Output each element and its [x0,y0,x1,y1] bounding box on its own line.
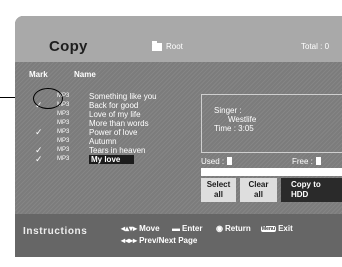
checkmark-icon: ✓ [35,154,43,164]
folder-name: Root [166,42,183,51]
used-indicator: Used : [201,157,233,166]
singer-value: Westlife [228,115,257,124]
page-arrows-icon: ◂◂▸▸ [121,236,138,245]
title-bar: Copy Root Total : 0 [15,16,342,62]
track-time: Time : 3:05 [214,124,254,133]
enter-label: Enter [182,224,203,233]
move-label: Move [139,224,160,233]
track-name: More than words [89,119,149,128]
copy-to-hdd-button[interactable]: Copy to HDD [281,178,342,202]
track-name: Tears in heaven [89,146,146,155]
folder-icon [152,41,162,51]
content-area: Mark Name MP3 Something like you ✓ MP3 Back … [15,62,342,214]
format-tag: MP3 [57,138,70,144]
track-row[interactable]: ✓ MP3 Tears in heaven [35,146,210,156]
format-tag: MP3 [57,156,70,162]
copy-line2: HDD [291,190,309,199]
checkmark-icon: ✓ [35,127,43,137]
free-indicator: Free : [292,157,321,166]
track-name: Back for good [89,101,139,110]
used-marker [227,157,233,165]
track-name: My love [89,155,135,164]
track-name: Love of my life [89,110,141,119]
track-row[interactable]: MP3 Autumn [35,137,210,146]
return-hint: ◉ Return [216,224,251,233]
callout-circle [33,88,63,109]
instructions-title: Instructions [23,226,88,237]
track-row[interactable]: MP3 More than words [35,119,210,128]
enter-hint: ▬ Enter [172,224,202,233]
return-label: Return [224,224,251,233]
clear-all-line1: Clear [248,180,269,189]
clear-all-line2: all [254,190,263,199]
move-hint: ◂▴▾▸ Move [121,224,160,233]
clear-all-button[interactable]: Clear all [240,178,277,202]
track-name: Autumn [89,137,117,146]
page-hint: ◂◂▸▸ Prev/Next Page [121,236,197,245]
exit-label: Exit [278,224,293,233]
free-label: Free : [292,157,313,166]
used-label: Used : [201,157,225,166]
select-all-button[interactable]: Select all [201,178,236,202]
instructions-bar: Instructions ◂▴▾▸ Move ▬ Enter ◉ Return Men… [15,214,342,257]
track-info-box: Singer : Westlife Time : 3:05 [201,94,342,153]
select-all-line2: all [214,190,223,199]
mark-column-header: Mark [29,70,48,79]
tv-screen: Copy Root Total : 0 Mark Name MP3 Somethi… [15,16,342,257]
singer-label: Singer : [214,106,242,115]
return-icon: ◉ [216,224,223,233]
format-tag: MP3 [57,120,70,126]
name-column-header: Name [74,70,96,79]
arrows-icon: ◂▴▾▸ [121,224,138,233]
track-row[interactable]: ✓ MP3 Power of love [35,127,210,138]
format-tag: MP3 [57,147,70,153]
track-row[interactable]: MP3 Love of my life [35,110,210,119]
track-name: Power of love [89,128,138,137]
enter-icon: ▬ [172,224,180,233]
copy-line1: Copy to [291,180,321,189]
select-all-line1: Select [206,180,231,189]
capacity-bar [201,168,342,176]
prev-next-label: Prev/Next Page [139,236,198,245]
format-tag: MP3 [57,111,70,117]
exit-hint: Menu Exit [261,224,293,233]
total-count: Total : 0 [301,42,330,51]
format-tag: MP3 [57,129,70,135]
track-name: Something like you [89,92,157,101]
track-row[interactable]: ✓ MP3 My love [35,155,210,164]
page-title: Copy [49,38,88,55]
free-marker [315,157,321,165]
menu-icon: Menu [261,226,277,232]
